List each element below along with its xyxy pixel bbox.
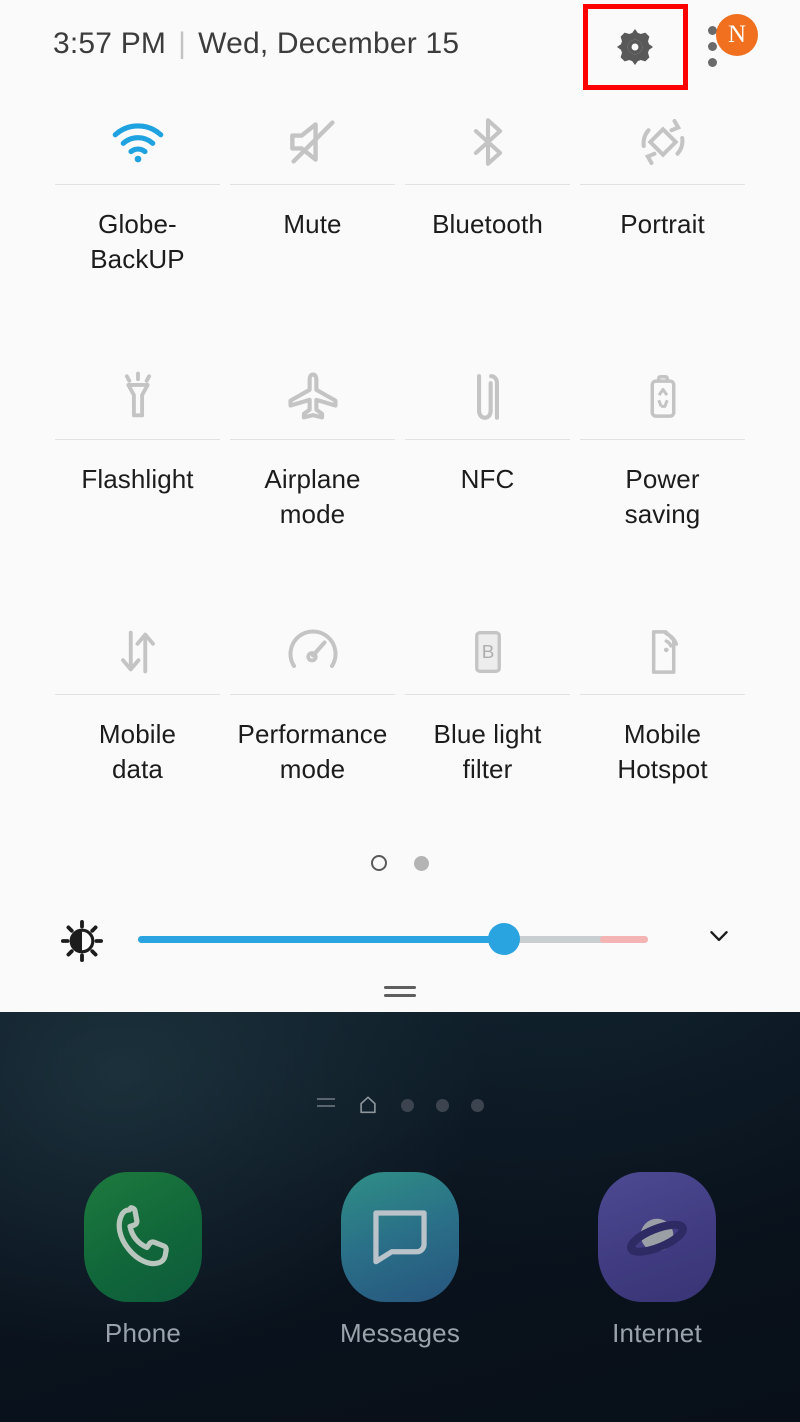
tile-separator bbox=[580, 694, 745, 695]
auto-rotate-icon bbox=[575, 104, 750, 180]
airplane-icon bbox=[225, 359, 400, 435]
tile-label: Power saving bbox=[624, 464, 701, 529]
tile-mobile-hotspot[interactable]: Mobile Hotspot bbox=[575, 606, 750, 861]
line bbox=[316, 1105, 335, 1107]
status-bar: 3:57 PM | Wed, December 15 N bbox=[0, 0, 800, 92]
app-dock: Phone Messages Internet bbox=[0, 1172, 800, 1349]
tile-label: Mute bbox=[283, 209, 342, 239]
tile-label: Mobile data bbox=[98, 719, 177, 784]
time-and-date: 3:57 PM | Wed, December 15 bbox=[53, 27, 459, 61]
list-lines-icon[interactable] bbox=[316, 1098, 335, 1112]
line bbox=[316, 1098, 335, 1100]
phone-screen: 3:57 PM | Wed, December 15 N Globe- Back… bbox=[0, 0, 800, 1422]
tile-nfc[interactable]: NFC bbox=[400, 351, 575, 606]
tile-separator bbox=[405, 439, 570, 440]
app-messages[interactable]: Messages bbox=[329, 1172, 471, 1349]
dot bbox=[708, 42, 717, 51]
brightness-sun-icon bbox=[60, 919, 104, 963]
tile-row-1: Globe- BackUP Mute Bluetooth Portrait bbox=[0, 96, 800, 351]
panel-drag-handle[interactable] bbox=[384, 986, 416, 1002]
tile-label: Portrait bbox=[620, 209, 705, 239]
tile-label: Mobile Hotspot bbox=[617, 719, 708, 784]
tile-separator bbox=[55, 184, 220, 185]
dot bbox=[708, 58, 717, 67]
clock-time: 3:57 PM bbox=[53, 27, 167, 60]
tile-label: NFC bbox=[460, 464, 515, 494]
home-icon[interactable] bbox=[357, 1094, 379, 1116]
tile-mute[interactable]: Mute bbox=[225, 96, 400, 351]
svg-text:B: B bbox=[481, 642, 494, 663]
tile-bluetooth[interactable]: Bluetooth bbox=[400, 96, 575, 351]
tile-airplane-mode[interactable]: Airplane mode bbox=[225, 351, 400, 606]
tile-mobile-data[interactable]: Mobile data bbox=[50, 606, 225, 861]
slider-track-warning bbox=[600, 936, 648, 943]
speedometer-icon bbox=[225, 614, 400, 690]
bluetooth-icon bbox=[400, 104, 575, 180]
tile-label: Flashlight bbox=[81, 464, 194, 494]
handle-line bbox=[384, 986, 416, 989]
app-label: Phone bbox=[104, 1318, 182, 1348]
tile-separator bbox=[55, 694, 220, 695]
tile-separator bbox=[230, 439, 395, 440]
app-phone[interactable]: Phone bbox=[72, 1172, 214, 1349]
tile-performance-mode[interactable]: Performance mode bbox=[225, 606, 400, 861]
page-dot-2[interactable] bbox=[414, 855, 429, 871]
home-screen: Phone Messages Internet bbox=[0, 1012, 800, 1422]
tile-label: Performance mode bbox=[237, 719, 388, 784]
volume-mute-icon bbox=[225, 104, 400, 180]
flashlight-icon bbox=[50, 359, 225, 435]
phone-handset-icon bbox=[84, 1172, 202, 1302]
tile-separator bbox=[405, 694, 570, 695]
blue-light-filter-icon: B bbox=[400, 614, 575, 690]
tile-label: Airplane mode bbox=[264, 464, 361, 529]
home-page-dot-1[interactable] bbox=[400, 1098, 414, 1112]
clock-divider: | bbox=[178, 27, 187, 60]
app-label: Internet bbox=[612, 1318, 702, 1348]
chevron-down-icon[interactable] bbox=[700, 923, 738, 949]
tile-blue-light-filter[interactable]: B Blue light filter bbox=[400, 606, 575, 861]
page-indicator[interactable] bbox=[0, 855, 800, 871]
app-internet[interactable]: Internet bbox=[586, 1172, 728, 1349]
nfc-icon bbox=[400, 359, 575, 435]
tile-label: Globe- BackUP bbox=[90, 209, 185, 274]
tile-separator bbox=[55, 439, 220, 440]
battery-power-saving-icon bbox=[575, 359, 750, 435]
tile-separator bbox=[230, 694, 395, 695]
quick-settings-tiles: Globe- BackUP Mute Bluetooth Portrait Fl… bbox=[0, 96, 800, 861]
page-dot-1[interactable] bbox=[371, 855, 387, 871]
tile-row-3: Mobile data Performance mode B Blue ligh… bbox=[0, 606, 800, 861]
saturn-browser-icon bbox=[598, 1172, 716, 1302]
wifi-icon bbox=[50, 104, 225, 180]
tile-label: Bluetooth bbox=[432, 209, 543, 239]
handle-line bbox=[384, 994, 416, 997]
slider-track-filled bbox=[138, 936, 508, 943]
tile-flashlight[interactable]: Flashlight bbox=[50, 351, 225, 606]
tile-separator bbox=[580, 184, 745, 185]
quick-settings-panel: 3:57 PM | Wed, December 15 N Globe- Back… bbox=[0, 0, 800, 1012]
app-label: Messages bbox=[339, 1318, 461, 1348]
tile-separator bbox=[405, 184, 570, 185]
gear-icon[interactable] bbox=[612, 24, 658, 70]
tile-globe-backup[interactable]: Globe- BackUP bbox=[50, 96, 225, 351]
badge-letter: N bbox=[727, 21, 747, 48]
mobile-data-arrows-icon bbox=[50, 614, 225, 690]
notification-badge-avatar[interactable]: N bbox=[716, 14, 758, 56]
message-bubble-icon bbox=[341, 1172, 459, 1302]
clock-date: Wed, December 15 bbox=[198, 27, 460, 60]
home-page-indicators bbox=[0, 1094, 800, 1116]
tile-separator bbox=[230, 184, 395, 185]
slider-thumb[interactable] bbox=[488, 923, 520, 955]
tile-power-saving[interactable]: Power saving bbox=[575, 351, 750, 606]
tile-separator bbox=[580, 439, 745, 440]
home-page-dot-2[interactable] bbox=[435, 1098, 449, 1112]
home-page-dot-3[interactable] bbox=[470, 1098, 484, 1112]
brightness-row bbox=[0, 905, 800, 975]
tile-row-2: Flashlight Airplane mode NFC Power savin… bbox=[0, 351, 800, 606]
tile-portrait[interactable]: Portrait bbox=[575, 96, 750, 351]
tile-label: Blue light filter bbox=[433, 719, 542, 784]
hotspot-icon bbox=[575, 614, 750, 690]
brightness-slider[interactable] bbox=[138, 923, 648, 955]
